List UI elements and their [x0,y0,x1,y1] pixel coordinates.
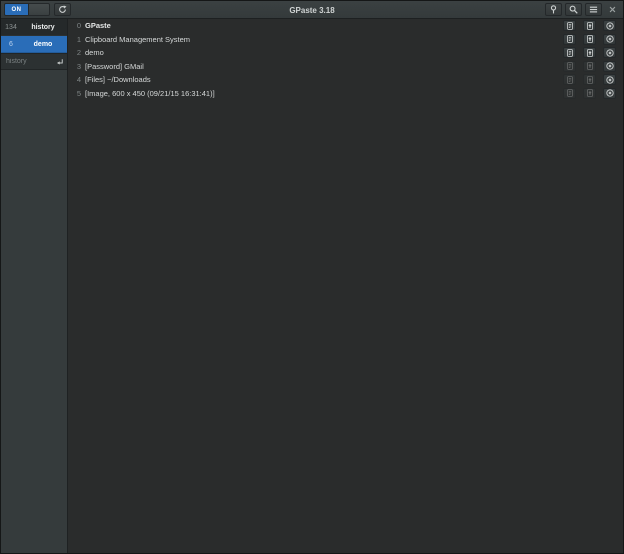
edit-button[interactable] [563,47,576,58]
refresh-button[interactable] [54,3,71,16]
gpaste-enabled-switch[interactable]: ON [4,3,50,16]
history-count: 6 [1,41,21,48]
item-text: Clipboard Management System [85,35,563,44]
close-icon [609,6,616,13]
window-title: GPaste 3.18 [1,1,623,19]
search-button[interactable] [565,3,582,16]
upload-icon [586,62,594,70]
delete-button[interactable] [603,61,616,72]
delete-icon [606,49,614,57]
edit-icon [566,62,574,70]
item-text: GPaste [85,21,563,30]
item-text: demo [85,48,563,57]
delete-button[interactable] [603,47,616,58]
item-index: 4 [69,75,81,84]
item-index: 0 [69,21,81,30]
upload-button[interactable] [583,61,596,72]
pin-icon [549,5,558,14]
gpaste-window: GPaste 3.18 ON [0,0,624,554]
item-text: [Files] ~/Downloads [85,75,563,84]
item-index: 3 [69,62,81,71]
item-text: [Password] GMail [85,62,563,71]
list-item[interactable]: 4 [Files] ~/Downloads [69,73,623,87]
delete-button[interactable] [603,88,616,99]
close-button[interactable] [605,3,619,16]
upload-icon [586,49,594,57]
upload-icon [586,35,594,43]
upload-icon [586,76,594,84]
switch-knob[interactable] [28,4,49,15]
delete-button[interactable] [603,34,616,45]
edit-icon [566,35,574,43]
edit-icon [566,76,574,84]
history-sidebar: 134 history 6 demo [1,19,68,553]
history-name: history [21,24,67,31]
delete-icon [606,35,614,43]
menu-icon [589,5,598,14]
edit-button[interactable] [563,88,576,99]
refresh-icon [58,5,67,14]
search-icon [569,5,578,14]
upload-button[interactable] [583,34,596,45]
delete-icon [606,62,614,70]
history-row[interactable]: 6 demo [1,36,67,53]
switch-on-label: ON [5,4,28,15]
history-list: 134 history 6 demo [1,19,67,53]
edit-button[interactable] [563,61,576,72]
new-history-entry [1,53,67,70]
header-bar: GPaste 3.18 ON [1,1,623,19]
edit-button[interactable] [563,20,576,31]
upload-button[interactable] [583,20,596,31]
list-item[interactable]: 3 [Password] GMail [69,60,623,74]
list-item[interactable]: 5 [Image, 600 x 450 (09/21/15 16:31:41)] [69,87,623,101]
delete-icon [606,22,614,30]
enter-icon [53,58,67,66]
edit-icon [566,89,574,97]
upload-icon [586,89,594,97]
upload-icon [586,22,594,30]
upload-button[interactable] [583,88,596,99]
history-row[interactable]: 134 history [1,19,67,36]
item-index: 5 [69,89,81,98]
list-item[interactable]: 1 Clipboard Management System [69,33,623,47]
edit-button[interactable] [563,74,576,85]
upload-button[interactable] [583,74,596,85]
list-item[interactable]: 2 demo [69,46,623,60]
pin-button[interactable] [545,3,562,16]
history-count: 134 [1,24,21,31]
clipboard-item-list: 0 GPaste [69,19,623,553]
new-history-input[interactable] [1,58,53,65]
delete-button[interactable] [603,74,616,85]
menu-button[interactable] [585,3,602,16]
item-text: [Image, 600 x 450 (09/21/15 16:31:41)] [85,89,563,98]
delete-button[interactable] [603,20,616,31]
delete-icon [606,89,614,97]
delete-icon [606,76,614,84]
list-item[interactable]: 0 GPaste [69,19,623,33]
edit-icon [566,22,574,30]
edit-button[interactable] [563,34,576,45]
edit-icon [566,49,574,57]
upload-button[interactable] [583,47,596,58]
item-index: 2 [69,48,81,57]
item-index: 1 [69,35,81,44]
history-name: demo [21,41,67,48]
